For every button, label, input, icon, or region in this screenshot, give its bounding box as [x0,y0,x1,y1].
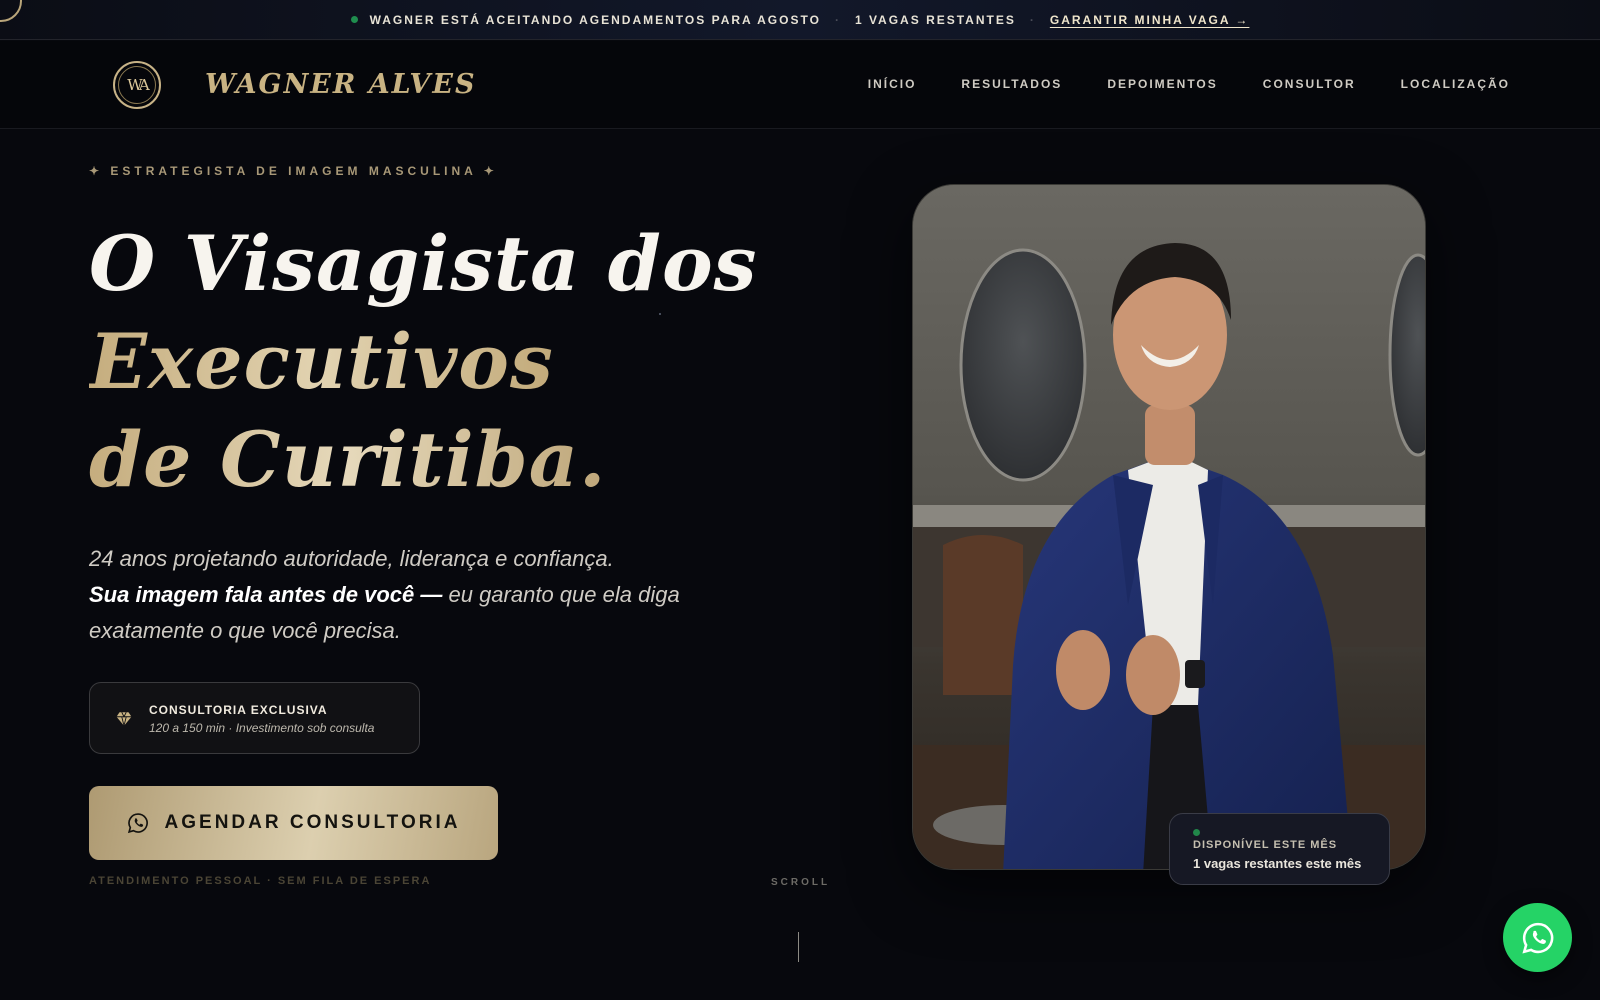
hero-lead-bold: Sua imagem fala antes de você — [89,582,443,607]
nav-item-consultor[interactable]: CONSULTOR [1263,77,1356,91]
hero-title-line-3: de Curitiba. [89,411,606,509]
cta-note: ATENDIMENTO PESSOAL · SEM FILA DE ESPERA [89,875,432,887]
availability-status-dot-icon [1193,829,1200,836]
hero-title-line-1: O Visagista dos [89,219,758,308]
announcement-separator-2: · [1029,12,1036,27]
consultant-portrait-illustration [913,185,1425,869]
availability-badge: DISPONÍVEL ESTE MÊS 1 vagas restantes es… [1169,813,1390,885]
availability-detail: 1 vagas restantes este mês [1193,856,1362,871]
consultation-info-card: CONSULTORIA EXCLUSIVA 120 a 150 min · In… [89,682,420,754]
hero-lead: 24 anos projetando autoridade, liderança… [89,541,689,649]
nav-menu: INÍCIO RESULTADOS DEPOIMENTOS CONSULTOR … [868,77,1510,91]
logo-monogram[interactable]: WA [113,61,161,109]
hero-lead-part-1: 24 anos projetando autoridade, liderança… [89,546,614,571]
whatsapp-float-button[interactable] [1503,903,1572,972]
consultation-details: 120 a 150 min · Investimento sob consult… [149,721,375,735]
nav-item-localizacao[interactable]: LOCALIZAÇÃO [1401,77,1510,91]
hero-title-line-2: Executivos [89,313,554,411]
scroll-indicator-label: SCROLL [771,877,831,888]
diamond-icon [116,712,132,726]
book-consultation-button[interactable]: AGENDAR CONSULTORIA [89,786,498,860]
scroll-indicator-line [798,932,799,962]
main-navigation: WA WAGNER ALVES INÍCIO RESULTADOS DEPOIM… [0,41,1600,129]
nav-item-inicio[interactable]: INÍCIO [868,77,917,91]
book-consultation-label: AGENDAR CONSULTORIA [164,812,461,833]
announcement-bar: WAGNER ESTÁ ACEITANDO AGENDAMENTOS PARA … [0,0,1600,40]
reserve-slot-link[interactable]: GARANTIR MINHA VAGA → [1050,13,1250,27]
logo-monogram-text: WA [118,66,156,104]
whatsapp-icon [127,813,148,834]
consultant-photo [912,184,1426,870]
consultation-title: CONSULTORIA EXCLUSIVA [149,703,328,717]
announcement-slots: 1 VAGAS RESTANTES [854,12,1016,27]
nav-item-resultados[interactable]: RESULTADOS [961,77,1062,91]
announcement-separator: · [834,12,841,27]
whatsapp-icon [1521,922,1553,954]
nav-item-depoimentos[interactable]: DEPOIMENTOS [1107,77,1217,91]
brand-name[interactable]: WAGNER ALVES [205,69,476,100]
announcement-message: WAGNER ESTÁ ACEITANDO AGENDAMENTOS PARA … [369,12,821,27]
status-dot-icon [350,16,358,23]
decorative-speck [659,313,661,315]
hero-eyebrow: ✦ ESTRATEGISTA DE IMAGEM MASCULINA ✦ [89,164,498,178]
availability-title: DISPONÍVEL ESTE MÊS [1193,839,1338,851]
